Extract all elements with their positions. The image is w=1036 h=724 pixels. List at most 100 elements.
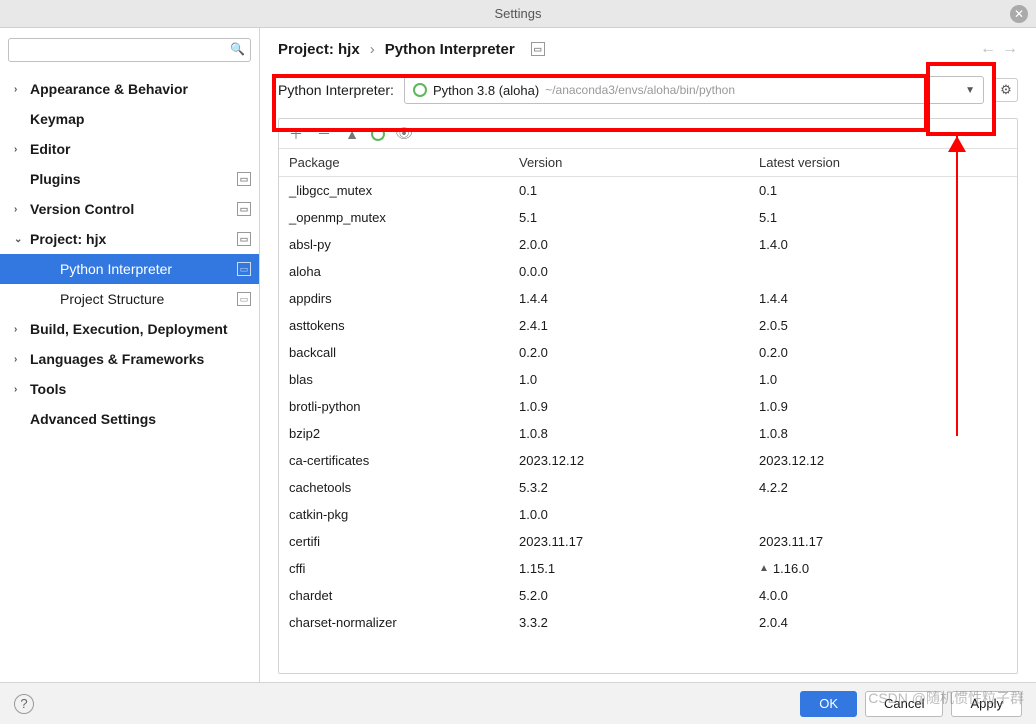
package-row[interactable]: _openmp_mutex5.15.1 [279,204,1017,231]
sidebar-item-editor[interactable]: ›Editor [0,134,259,164]
breadcrumb-seg1: Project: hjx [278,41,360,58]
chevron-icon: ⌄ [14,234,26,245]
package-row[interactable]: bzip21.0.81.0.8 [279,420,1017,447]
package-latest: 1.4.0 [759,237,1017,252]
package-latest: 1.0.9 [759,399,1017,414]
col-package[interactable]: Package [279,155,519,170]
package-version: 3.3.2 [519,615,759,630]
sidebar-item-label: Plugins [30,171,237,187]
sidebar-item-label: Keymap [30,111,251,127]
package-row[interactable]: blas1.01.0 [279,366,1017,393]
package-latest: 2023.12.12 [759,453,1017,468]
main-area: 🔍 ›Appearance & BehaviorKeymap›EditorPlu… [0,28,1036,682]
package-row[interactable]: brotli-python1.0.91.0.9 [279,393,1017,420]
content-panel: Project: hjx › Python Interpreter ▭ ← → … [260,28,1036,682]
search-input[interactable] [8,38,251,62]
interpreter-row: Python Interpreter: Python 3.8 (aloha) ~… [278,76,1018,104]
sidebar-item-label: Project: hjx [30,231,237,247]
col-version[interactable]: Version [519,155,759,170]
chevron-icon: › [14,144,26,155]
sidebar-item-label: Version Control [30,201,237,217]
nav-forward-icon[interactable]: → [1002,40,1018,58]
packages-toolbar: ＋ － ▲ 👁 [279,119,1017,149]
package-version: 0.1 [519,183,759,198]
chevron-down-icon: ▼ [965,85,975,96]
add-package-button[interactable]: ＋ [287,124,305,144]
remove-package-button[interactable]: － [315,124,333,144]
package-row[interactable]: chardet5.2.04.0.0 [279,582,1017,609]
chevron-icon: › [14,324,26,335]
package-version: 5.3.2 [519,480,759,495]
sidebar-item-project-hjx[interactable]: ⌄Project: hjx▭ [0,224,259,254]
package-latest: 1.0.8 [759,426,1017,441]
nav-back-icon[interactable]: ← [980,40,996,58]
show-early-releases-button[interactable]: 👁 [395,125,413,142]
package-row[interactable]: appdirs1.4.41.4.4 [279,285,1017,312]
refresh-icon[interactable] [371,127,385,141]
cancel-button[interactable]: Cancel [865,691,943,717]
titlebar: Settings ✕ [0,0,1036,28]
package-latest: 0.2.0 [759,345,1017,360]
package-latest: ▲1.16.0 [759,561,1017,576]
sidebar-item-label: Advanced Settings [30,411,251,427]
sidebar-item-keymap[interactable]: Keymap [0,104,259,134]
sidebar-item-advanced-settings[interactable]: Advanced Settings [0,404,259,434]
chevron-icon: › [14,354,26,365]
package-latest: 1.4.4 [759,291,1017,306]
package-name: absl-py [279,237,519,252]
package-name: catkin-pkg [279,507,519,522]
apply-button[interactable]: Apply [951,691,1022,717]
package-name: aloha [279,264,519,279]
package-row[interactable]: asttokens2.4.12.0.5 [279,312,1017,339]
sidebar-item-languages-frameworks[interactable]: ›Languages & Frameworks [0,344,259,374]
sidebar: 🔍 ›Appearance & BehaviorKeymap›EditorPlu… [0,28,260,682]
sidebar-item-python-interpreter[interactable]: Python Interpreter▭ [0,254,259,284]
package-name: appdirs [279,291,519,306]
package-row[interactable]: absl-py2.0.01.4.0 [279,231,1017,258]
package-row[interactable]: catkin-pkg1.0.0 [279,501,1017,528]
breadcrumb-sep: › [370,41,375,58]
package-version: 5.1 [519,210,759,225]
package-name: charset-normalizer [279,615,519,630]
interpreter-name: Python 3.8 (aloha) [433,83,539,98]
breadcrumb: Project: hjx › Python Interpreter ▭ [278,41,545,58]
sidebar-item-version-control[interactable]: ›Version Control▭ [0,194,259,224]
chevron-icon: › [14,384,26,395]
package-row[interactable]: certifi2023.11.172023.11.17 [279,528,1017,555]
col-latest[interactable]: Latest version [759,155,1017,170]
package-row[interactable]: cffi1.15.1▲1.16.0 [279,555,1017,582]
package-row[interactable]: _libgcc_mutex0.10.1 [279,177,1017,204]
package-version: 1.0.9 [519,399,759,414]
upgrade-package-button[interactable]: ▲ [343,126,361,142]
sidebar-item-appearance-behavior[interactable]: ›Appearance & Behavior [0,74,259,104]
sidebar-item-tools[interactable]: ›Tools [0,374,259,404]
package-name: _libgcc_mutex [279,183,519,198]
interpreter-settings-button[interactable]: ⚙ [994,78,1018,102]
package-row[interactable]: ca-certificates2023.12.122023.12.12 [279,447,1017,474]
package-version: 2.0.0 [519,237,759,252]
ok-button[interactable]: OK [800,691,857,717]
package-name: blas [279,372,519,387]
sidebar-item-project-structure[interactable]: Project Structure▭ [0,284,259,314]
sidebar-item-build-execution-deployment[interactable]: ›Build, Execution, Deployment [0,314,259,344]
close-icon[interactable]: ✕ [1010,5,1028,23]
package-row[interactable]: charset-normalizer3.3.22.0.4 [279,609,1017,636]
footer: ? OK Cancel Apply [0,682,1036,724]
sidebar-item-label: Python Interpreter [60,261,237,277]
scope-badge-icon: ▭ [531,42,545,56]
help-button[interactable]: ? [14,694,34,714]
package-name: bzip2 [279,426,519,441]
chevron-icon: › [14,84,26,95]
window-title: Settings [495,6,542,21]
package-latest: 2.0.5 [759,318,1017,333]
package-row[interactable]: backcall0.2.00.2.0 [279,339,1017,366]
package-name: _openmp_mutex [279,210,519,225]
package-version: 1.4.4 [519,291,759,306]
packages-table[interactable]: _libgcc_mutex0.10.1_openmp_mutex5.15.1ab… [279,177,1017,673]
interpreter-dropdown[interactable]: Python 3.8 (aloha) ~/anaconda3/envs/aloh… [404,76,984,104]
sidebar-item-plugins[interactable]: Plugins▭ [0,164,259,194]
package-row[interactable]: aloha0.0.0 [279,258,1017,285]
package-latest: 5.1 [759,210,1017,225]
package-row[interactable]: cachetools5.3.24.2.2 [279,474,1017,501]
package-name: asttokens [279,318,519,333]
